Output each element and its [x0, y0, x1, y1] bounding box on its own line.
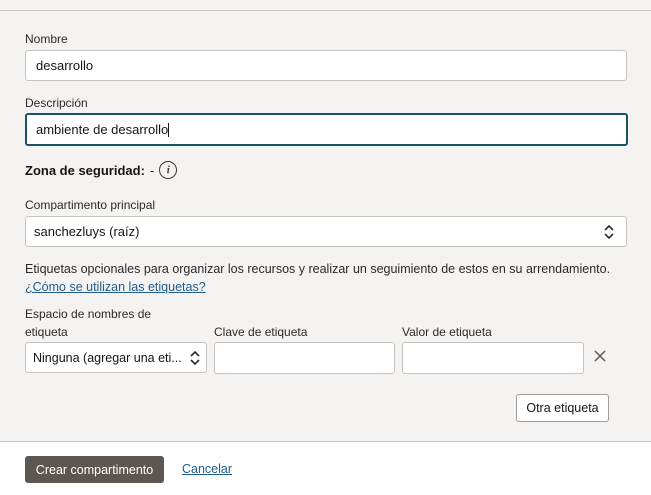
tag-value-label: Valor de etiqueta	[402, 325, 492, 339]
tags-help-link[interactable]: ¿Cómo se utilizan las etiquetas?	[25, 280, 206, 294]
parent-compartment-value: sanchezluys (raíz)	[34, 224, 140, 239]
tag-key-label: Clave de etiqueta	[214, 325, 308, 339]
tag-namespace-label-line2: etiqueta	[25, 325, 68, 339]
cancel-link[interactable]: Cancelar	[182, 462, 232, 476]
tag-key-input[interactable]	[214, 342, 395, 374]
description-label: Descripción	[25, 96, 88, 110]
chevron-up-down-icon	[604, 224, 614, 239]
name-label: Nombre	[25, 32, 68, 46]
top-divider	[0, 10, 651, 11]
description-input[interactable]: ambiente de desarrollo	[25, 113, 628, 146]
tag-value-input[interactable]	[402, 342, 584, 374]
name-input[interactable]	[25, 50, 627, 81]
tags-description: Etiquetas opcionales para organizar los …	[25, 262, 611, 276]
add-tag-button[interactable]: Otra etiqueta	[516, 394, 609, 422]
parent-compartment-select[interactable]: sanchezluys (raíz)	[25, 216, 627, 247]
footer-bar: Crear compartimento Cancelar	[0, 441, 651, 495]
close-icon[interactable]	[592, 348, 608, 364]
parent-compartment-label: Compartimento principal	[25, 198, 156, 212]
text-caret	[168, 122, 170, 137]
info-icon[interactable]: i	[159, 161, 178, 179]
description-value: ambiente de desarrollo	[36, 122, 169, 137]
chevron-up-down-icon	[190, 350, 200, 365]
security-zone-label: Zona de seguridad:	[25, 162, 145, 178]
tag-namespace-label-line1: Espacio de nombres de	[25, 307, 152, 321]
security-zone-value: -	[149, 162, 155, 178]
security-zone: Zona de seguridad: - i	[25, 161, 178, 179]
tag-namespace-value: Ninguna (agregar una eti...	[33, 350, 182, 365]
create-compartment-button[interactable]: Crear compartimento	[25, 456, 164, 483]
tag-namespace-select[interactable]: Ninguna (agregar una eti...	[25, 342, 207, 373]
